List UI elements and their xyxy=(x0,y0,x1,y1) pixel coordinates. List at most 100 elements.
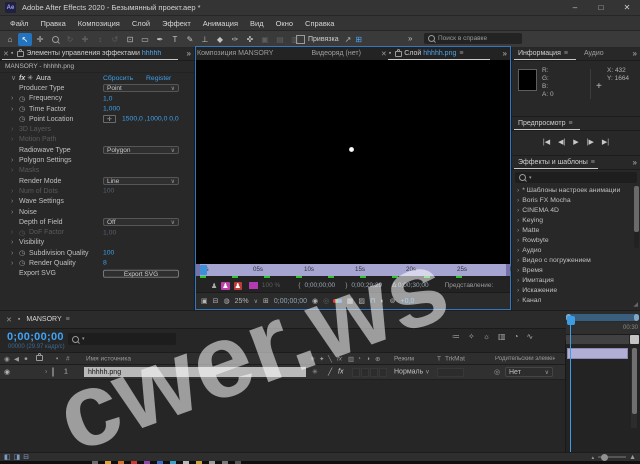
scrollbar[interactable] xyxy=(634,186,639,248)
expander-icon[interactable]: › xyxy=(517,247,519,254)
menu-вид[interactable]: Вид xyxy=(244,19,270,28)
effects-category-rowbyte[interactable]: ›Rowbyte xyxy=(512,235,640,245)
show-snapshot-icon[interactable]: ◎ xyxy=(323,297,329,305)
expander-icon[interactable]: › xyxy=(11,126,19,133)
snapshot-icon[interactable]: ◉ xyxy=(312,297,318,305)
zoom-tool[interactable] xyxy=(48,33,62,46)
comp-marker-bin-icon[interactable] xyxy=(630,335,639,344)
panel-menu-icon[interactable]: ≡ xyxy=(66,316,70,323)
expander-icon[interactable]: › xyxy=(517,207,519,214)
layer-expander-icon[interactable]: › xyxy=(45,369,47,376)
effects-search-input[interactable]: ▾ xyxy=(515,172,637,183)
num-of-dots-value[interactable]: 100 xyxy=(103,188,114,195)
expander-icon[interactable]: › xyxy=(11,167,19,174)
time-factor-value[interactable]: 1,000 xyxy=(103,106,120,113)
fx-badge-icon[interactable]: fx xyxy=(19,75,25,82)
layer-duration-bar[interactable] xyxy=(567,348,628,359)
effects-category-keying[interactable]: ›Keying xyxy=(512,215,640,225)
layer-row[interactable]: ◉ › 1 hhhhh.png ✳ ╱ fx Нормаль ∨ ◎ Нет∨ xyxy=(0,365,640,380)
chevron-down-icon[interactable]: ∨ xyxy=(254,298,258,305)
expander-icon[interactable]: › xyxy=(11,198,19,205)
layer-name-selected[interactable]: hhhhh.png xyxy=(84,367,306,377)
viewer-time-ruler[interactable]: 0s05s10s15s20s25s30 xyxy=(196,264,510,276)
transparency-grid-icon[interactable]: ▨ xyxy=(358,297,365,305)
clone-stamp-tool[interactable]: ⊥ xyxy=(198,33,212,46)
home-tool[interactable]: ⌂ xyxy=(3,33,17,46)
panel-overflow-icon[interactable]: » xyxy=(503,49,507,58)
tab-audio[interactable]: Аудио xyxy=(584,50,604,57)
magnification-value[interactable]: 25% xyxy=(235,298,249,305)
stopwatch-icon[interactable]: ◷ xyxy=(19,115,29,123)
layer-trkmat-cell[interactable] xyxy=(437,368,464,377)
hide-shy-layers-icon[interactable]: ☼ xyxy=(483,332,490,341)
timeline-navigator-bar[interactable] xyxy=(566,314,639,321)
lock-icon[interactable] xyxy=(395,51,402,57)
effects-category-время[interactable]: ›Время xyxy=(512,265,640,275)
mask-visibility-icon[interactable]: ◍ xyxy=(224,297,230,305)
panel-overflow-icon[interactable]: » xyxy=(633,49,637,58)
frame-blending-icon[interactable]: ▥ xyxy=(498,332,506,341)
roi-icon[interactable]: ⊞ xyxy=(263,297,269,305)
menu-файл[interactable]: Файл xyxy=(4,19,34,28)
tab-preview[interactable]: Предпросмотр xyxy=(518,120,565,127)
effects-category-boris-fx-mocha[interactable]: ›Boris FX Mocha xyxy=(512,195,640,205)
zoom-slider[interactable] xyxy=(598,456,626,458)
last-frame-button[interactable]: ▶| xyxy=(602,138,609,146)
tab-footage[interactable]: Видеоряд (нет) xyxy=(311,50,360,57)
expand-layer-switches-icon[interactable]: ◧ xyxy=(4,453,11,461)
expander-icon[interactable]: › xyxy=(517,187,519,194)
close-button[interactable]: ✕ xyxy=(614,0,640,15)
viewer-timecode[interactable]: 0;00;00;00 xyxy=(274,298,307,305)
reset-link[interactable]: Сбросить xyxy=(103,75,133,82)
point-picker-button[interactable]: ✛ xyxy=(103,115,116,123)
snap-checkbox[interactable] xyxy=(296,35,305,44)
layer-blend-mode-dropdown[interactable]: Нормаль ∨ xyxy=(394,369,430,376)
type-tool[interactable]: T xyxy=(168,33,182,46)
zoom-out-icon[interactable]: ▲ xyxy=(591,455,595,460)
zoom-slider-knob[interactable] xyxy=(601,454,608,461)
export-svg-button[interactable]: Export SVG xyxy=(103,270,179,279)
producer-type-dropdown[interactable]: Point∨ xyxy=(103,84,179,92)
work-area-bar[interactable] xyxy=(566,335,629,344)
timeline-vertical-scrollbar[interactable] xyxy=(631,348,637,428)
show-channels-icon[interactable] xyxy=(334,299,342,303)
help-search-input[interactable]: Поиск в справке xyxy=(424,33,522,44)
effects-category-искажение[interactable]: ›Искажение xyxy=(512,285,640,295)
parent-column[interactable]: Родительский элемент ... xyxy=(495,356,555,362)
roto-brush-tool[interactable]: ✑ xyxy=(228,33,242,46)
menu-композиция[interactable]: Композиция xyxy=(72,19,126,28)
effects-category-cinema-4d[interactable]: ›CINEMA 4D xyxy=(512,205,640,215)
close-panel-icon[interactable]: ✕ xyxy=(3,50,9,58)
render-man-active-icon[interactable]: ♟ xyxy=(221,282,229,290)
stopwatch-icon[interactable]: ◷ xyxy=(19,259,29,267)
menu-справка[interactable]: Справка xyxy=(299,19,340,28)
collapse-icon[interactable]: ∨ xyxy=(11,74,19,82)
layer-toggle-cell[interactable] xyxy=(379,368,387,377)
panel-menu-icon[interactable]: ≡ xyxy=(459,50,463,57)
stereo-3d-view-icon[interactable]: ◐ xyxy=(380,298,384,305)
timeline-time-ruler[interactable]: 00:30 xyxy=(566,322,640,335)
panel-menu-icon[interactable]: ≡ xyxy=(568,120,572,127)
puppet-pin-tool[interactable]: ✜ xyxy=(243,33,257,46)
menu-слой[interactable]: Слой xyxy=(126,19,156,28)
draft-3d-icon[interactable]: ✧ xyxy=(468,332,475,341)
panel-menu-icon[interactable]: ≡ xyxy=(591,159,595,166)
current-timecode[interactable]: 0;00;00;00 xyxy=(7,331,64,343)
pixel-aspect-icon[interactable]: ⊚ xyxy=(390,297,396,305)
first-frame-button[interactable]: |◀ xyxy=(543,138,550,146)
exposure-value[interactable]: +0,0 xyxy=(401,298,415,305)
duration[interactable]: Δ 0;00;30;00 xyxy=(392,282,429,289)
menu-анимация[interactable]: Анимация xyxy=(197,19,244,28)
in-time[interactable]: 0;00;00;00 xyxy=(304,282,335,289)
render-man-icon[interactable]: ♟ xyxy=(211,282,217,290)
expander-icon[interactable]: › xyxy=(11,260,19,267)
expander-icon[interactable]: › xyxy=(517,257,519,264)
eraser-tool[interactable]: ◆ xyxy=(213,33,227,46)
effects-category-matte[interactable]: ›Matte xyxy=(512,225,640,235)
subdivision-quality-value[interactable]: 100 xyxy=(103,250,114,257)
multi-view-icon[interactable]: ▣ xyxy=(201,297,208,305)
t-column[interactable]: T xyxy=(437,355,441,362)
expander-icon[interactable]: › xyxy=(517,277,519,284)
tab-effects-presets[interactable]: Эффекты и шаблоны xyxy=(518,159,588,166)
expander-icon[interactable]: › xyxy=(11,136,19,143)
